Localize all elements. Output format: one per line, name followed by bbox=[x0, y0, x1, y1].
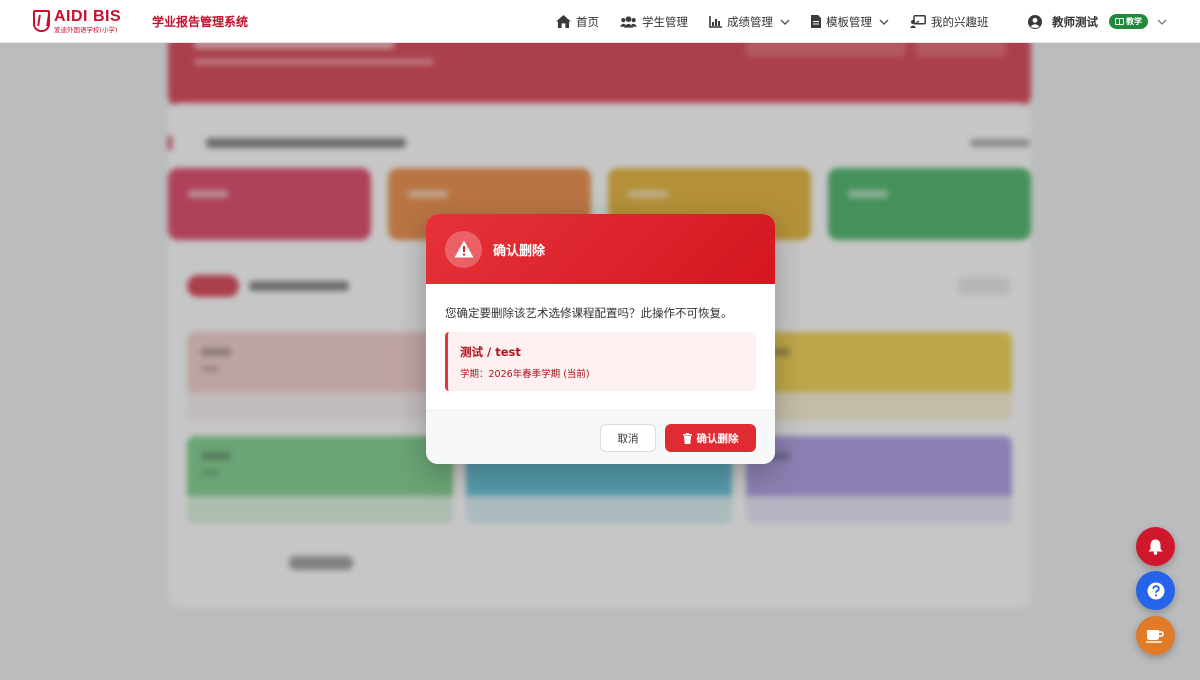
file-icon bbox=[811, 15, 821, 28]
confirm-delete-label: 确认删除 bbox=[696, 432, 739, 445]
home-icon bbox=[556, 15, 571, 28]
warning-icon-wrap bbox=[445, 230, 482, 268]
logo-main-text: AIDI BIS bbox=[54, 8, 122, 25]
nav-label: 首页 bbox=[576, 14, 599, 29]
teacher-board-icon bbox=[910, 15, 926, 28]
users-icon bbox=[620, 15, 637, 28]
item-term: 学期：2026年春季学期 (当前) bbox=[460, 369, 590, 380]
dialog-message: 您确定要删除该艺术选修课程配置吗？此操作不可恢复。 bbox=[445, 306, 733, 320]
notifications-button[interactable] bbox=[1136, 527, 1175, 566]
confirm-delete-dialog: 确认删除 您确定要删除该艺术选修课程配置吗？此操作不可恢复。 测试 / test… bbox=[426, 214, 775, 464]
bell-icon bbox=[1148, 539, 1163, 555]
item-name: 测试 / test bbox=[460, 345, 521, 359]
school-logo[interactable]: AIDI BIS 爱迪外国语学校(小学) bbox=[33, 9, 121, 34]
user-avatar-icon bbox=[1028, 14, 1042, 29]
shield-logo-icon bbox=[33, 10, 50, 33]
nav-item-students[interactable]: 学生管理 bbox=[620, 14, 688, 30]
trash-icon bbox=[682, 432, 692, 444]
nav-item-grades[interactable]: 成绩管理 bbox=[709, 14, 790, 30]
nav-label: 我的兴趣班 bbox=[931, 14, 989, 29]
dialog-header: 确认删除 bbox=[426, 214, 775, 284]
user-name: 教师测试 bbox=[1052, 14, 1098, 29]
chevron-down-icon bbox=[879, 19, 889, 25]
coffee-icon bbox=[1146, 629, 1164, 643]
role-badge: 教学 bbox=[1109, 14, 1148, 29]
coffee-button[interactable] bbox=[1136, 616, 1175, 655]
item-info-box: 测试 / test 学期：2026年春季学期 (当前) bbox=[445, 332, 756, 391]
top-navbar: AIDI BIS 爱迪外国语学校(小学) 学业报告管理系统 首页 学生管理 成绩… bbox=[0, 0, 1200, 43]
cancel-button[interactable]: 取消 bbox=[600, 424, 656, 452]
help-button[interactable] bbox=[1136, 571, 1175, 610]
nav-item-templates[interactable]: 模板管理 bbox=[811, 14, 889, 30]
chevron-down-icon bbox=[1157, 19, 1167, 25]
warning-icon bbox=[454, 240, 473, 258]
nav-item-interest-class[interactable]: 我的兴趣班 bbox=[910, 14, 989, 30]
dialog-title: 确认删除 bbox=[493, 243, 546, 259]
confirm-delete-button[interactable]: 确认删除 bbox=[665, 424, 756, 452]
logo-sub-text: 爱迪外国语学校(小学) bbox=[54, 26, 118, 34]
nav-label: 成绩管理 bbox=[727, 14, 773, 29]
nav-label: 学生管理 bbox=[642, 14, 688, 29]
help-icon bbox=[1147, 582, 1164, 599]
book-icon bbox=[1115, 18, 1124, 25]
main-nav: 首页 学生管理 成绩管理 模板管理 我的兴趣班 bbox=[556, 0, 1010, 43]
nav-item-home[interactable]: 首页 bbox=[556, 14, 599, 30]
chart-icon bbox=[709, 15, 722, 28]
dialog-footer: 取消 确认删除 bbox=[426, 410, 775, 464]
chevron-down-icon bbox=[780, 19, 790, 25]
system-title: 学业报告管理系统 bbox=[152, 15, 249, 29]
nav-label: 模板管理 bbox=[826, 14, 872, 29]
user-menu[interactable]: 教师测试 教学 bbox=[1028, 0, 1167, 43]
dialog-body: 您确定要删除该艺术选修课程配置吗？此操作不可恢复。 测试 / test 学期：2… bbox=[426, 284, 775, 410]
